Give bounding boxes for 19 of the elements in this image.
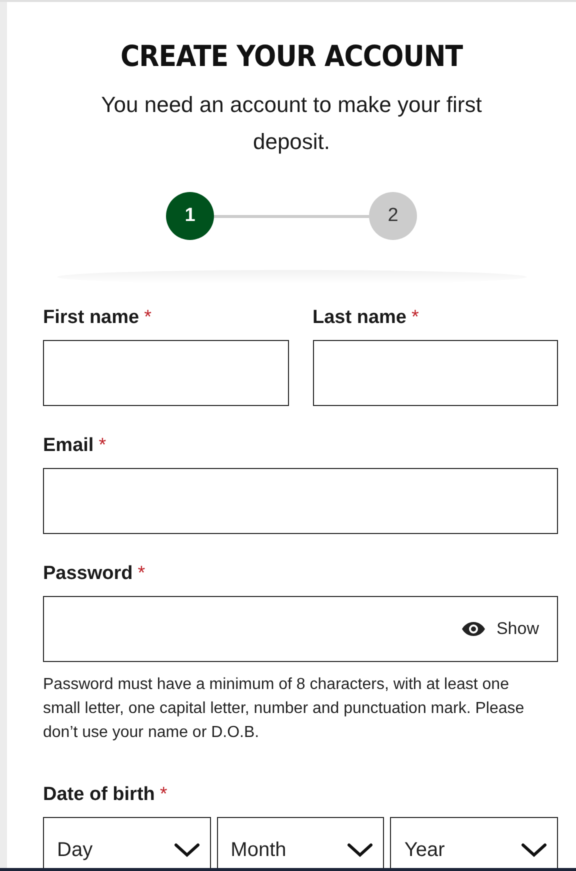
chevron-down-icon	[174, 842, 200, 858]
password-field[interactable]: Show	[43, 596, 558, 662]
field-label: Password *	[43, 562, 146, 586]
password-hint: Password must have a minimum of 8 characters, with at least one small letter, one capital letter, number and punctuation mark. Please don’t use your name or D.O.B.	[43, 675, 526, 743]
intro-text: You need an account to make your first deposit.	[100, 91, 483, 156]
show-password-button[interactable]: Show	[461, 619, 539, 639]
field-label: Email *	[43, 434, 108, 458]
field-label: Date of birth *	[43, 783, 168, 807]
step-indicator: 2	[369, 192, 417, 240]
chevron-down-icon	[347, 842, 374, 858]
chevron-down-icon	[521, 842, 548, 858]
page-title: CREATE YOUR ACCOUNT	[120, 38, 463, 74]
input-field[interactable]	[312, 340, 558, 406]
input-field[interactable]	[43, 340, 288, 406]
input-field[interactable]	[43, 468, 558, 534]
field-label: First name *	[43, 306, 152, 330]
eye-icon	[461, 621, 486, 637]
field-label: Last name *	[312, 306, 420, 330]
step-indicator: 1	[166, 192, 214, 240]
